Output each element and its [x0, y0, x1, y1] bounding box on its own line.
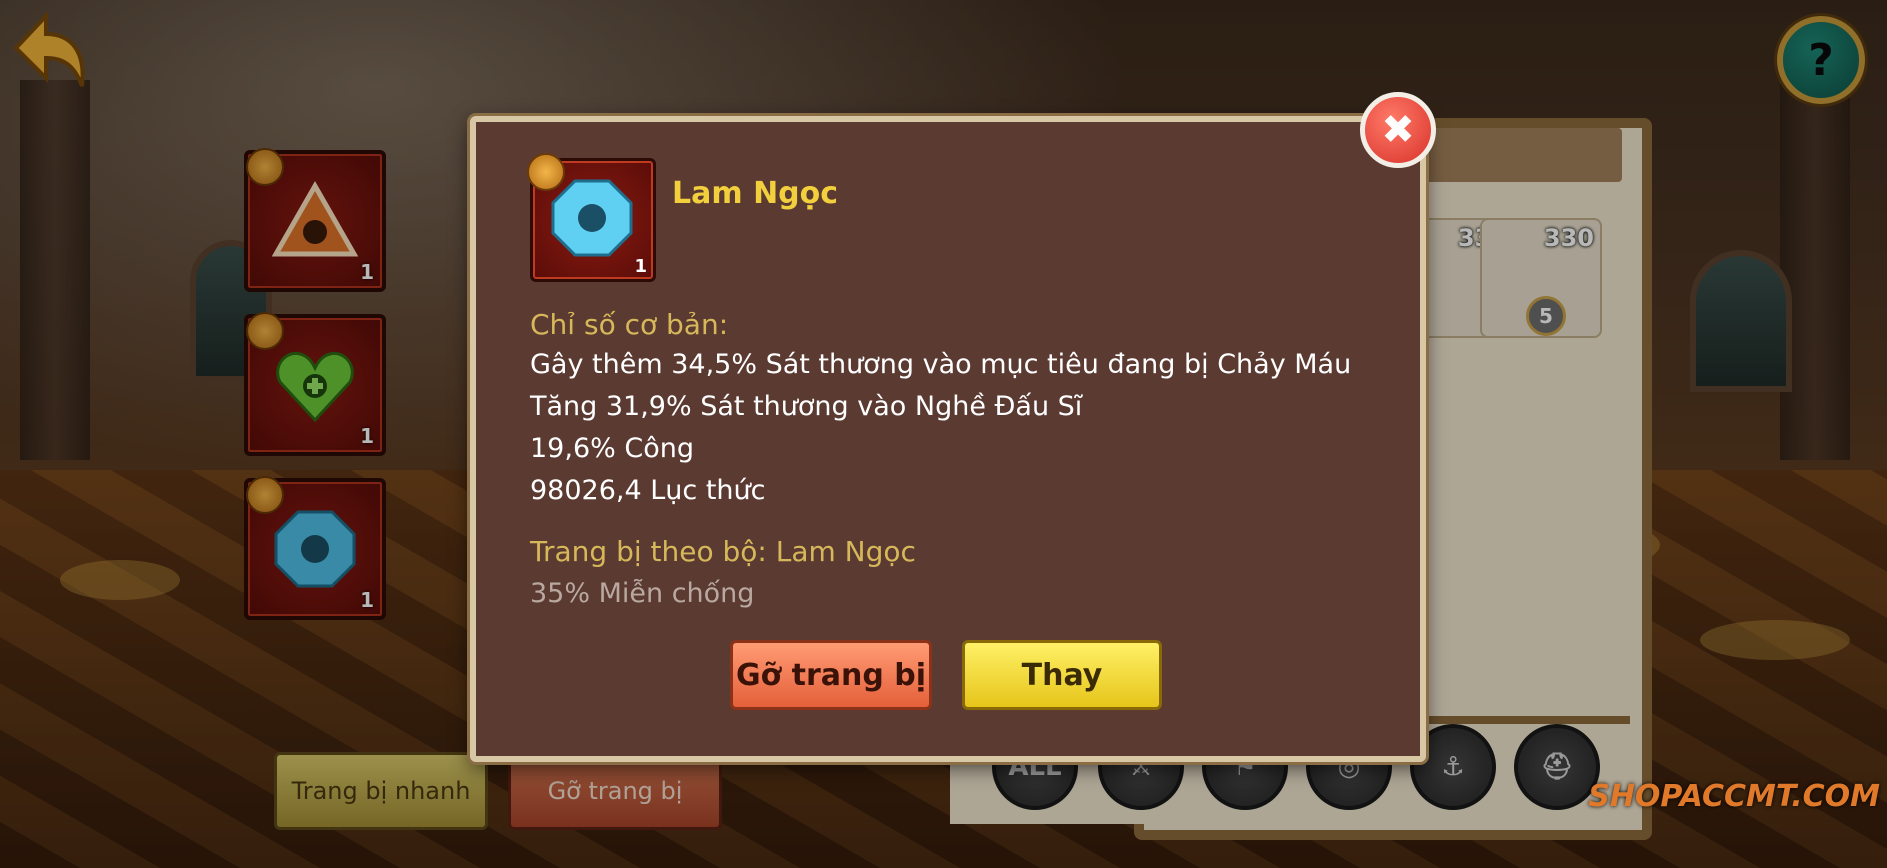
set-bonus: 35% Miễn chống — [530, 578, 755, 609]
replace-button[interactable]: Thay — [962, 640, 1162, 710]
stat-line: 98026,4 Lục thức — [530, 475, 766, 506]
stat-line: 19,6% Công — [530, 433, 694, 464]
stat-line: Tăng 31,9% Sát thương vào Nghề Đấu Sĩ — [530, 391, 1083, 422]
basic-stats-title: Chỉ số cơ bản: — [530, 308, 729, 341]
watermark-logo: SHOPACCMT.COM — [1588, 778, 1880, 814]
close-button[interactable]: ✖ — [1360, 92, 1436, 168]
set-title: Trang bị theo bộ: Lam Ngọc — [530, 535, 916, 568]
close-icon: ✖ — [1381, 107, 1415, 153]
stat-line: Gây thêm 34,5% Sát thương vào mục tiêu đ… — [530, 349, 1352, 380]
blue-gem-icon — [551, 179, 633, 257]
item-icon: 1 — [527, 153, 656, 282]
item-name: Lam Ngọc — [672, 176, 839, 211]
item-count: 1 — [634, 256, 647, 277]
unequip-button[interactable]: Gỡ trang bị — [730, 640, 932, 710]
